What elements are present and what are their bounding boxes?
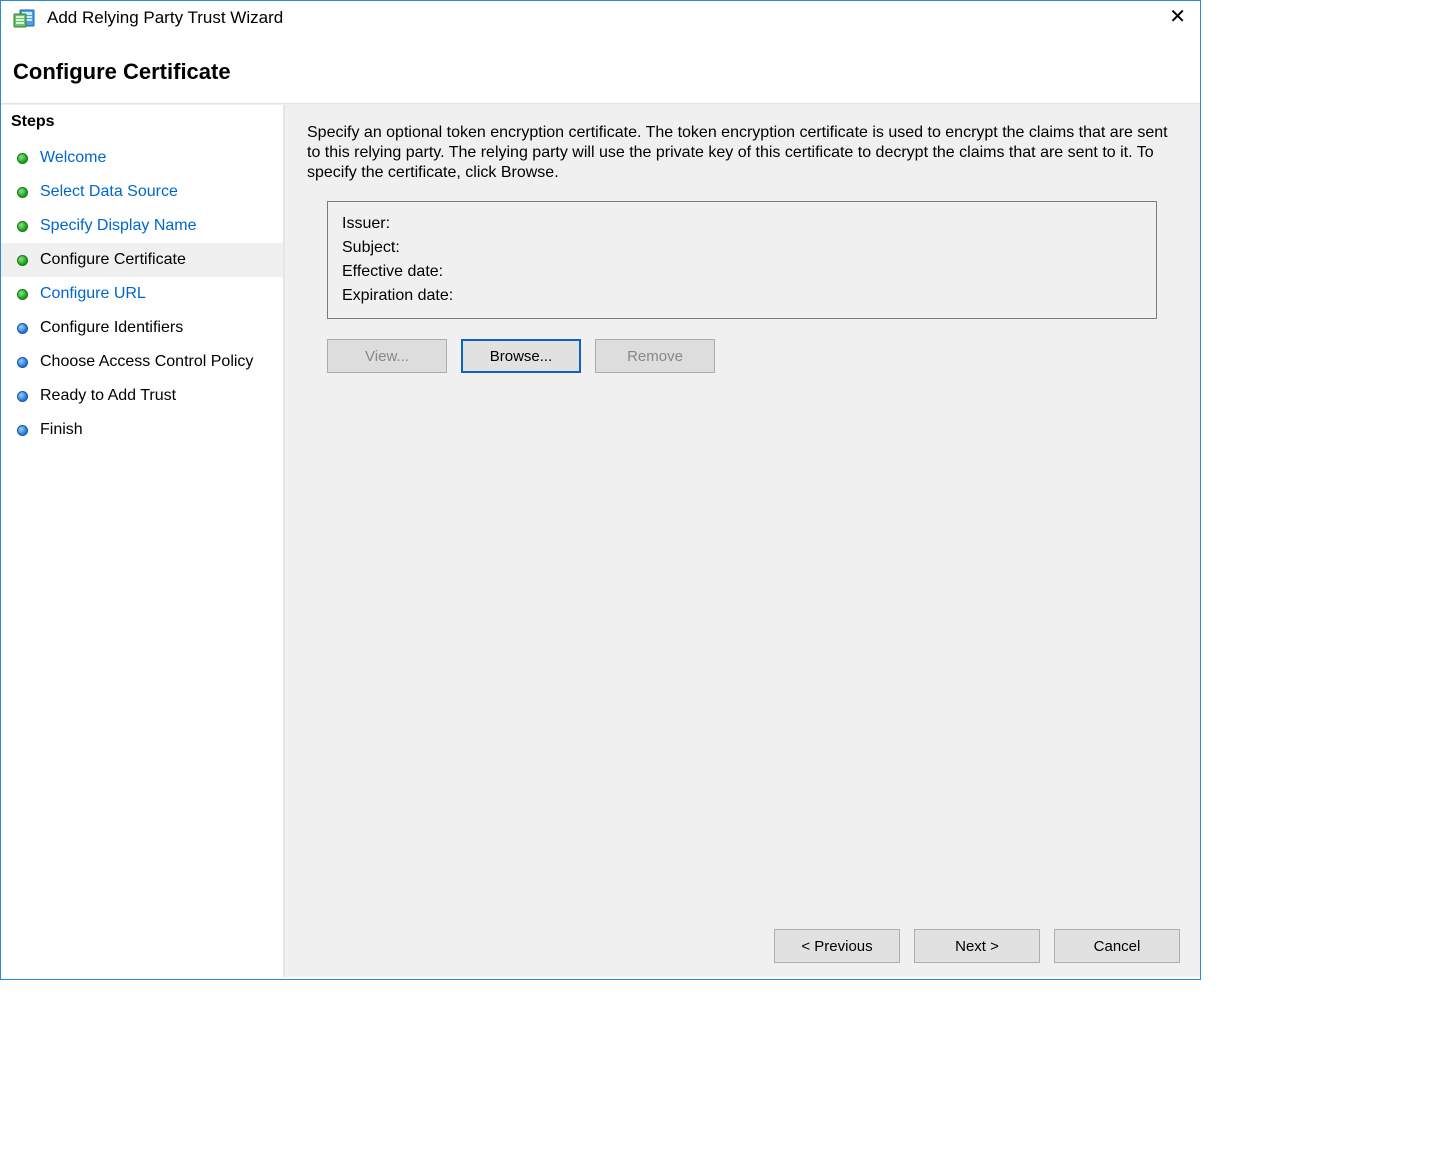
steps-list: Welcome Select Data Source Specify Display… <box>1 141 283 447</box>
step-bullet-icon <box>17 425 28 436</box>
step-item: Finish <box>1 413 283 447</box>
titlebar: Add Relying Party Trust Wizard ✕ <box>1 1 1200 39</box>
effective-date-label: Effective date: <box>342 263 443 280</box>
wizard-nav-buttons: < Previous Next > Cancel <box>774 929 1180 963</box>
close-icon[interactable]: ✕ <box>1169 7 1186 27</box>
step-item[interactable]: Configure URL <box>1 277 283 311</box>
instruction-text: Specify an optional token encryption cer… <box>307 123 1177 183</box>
content-area: Steps Welcome Select Data Source Specify D… <box>1 105 1200 977</box>
wizard-icon <box>13 7 37 29</box>
subject-label: Subject: <box>342 239 400 256</box>
step-label: Choose Access Control Policy <box>40 352 253 372</box>
main-panel: Specify an optional token encryption cer… <box>285 105 1200 977</box>
remove-button: Remove <box>595 339 715 373</box>
issuer-label: Issuer: <box>342 215 390 232</box>
page-heading: Configure Certificate <box>1 39 1200 103</box>
expiration-date-row: Expiration date: <box>342 284 1142 308</box>
step-item[interactable]: Specify Display Name <box>1 209 283 243</box>
step-item[interactable]: Welcome <box>1 141 283 175</box>
step-bullet-icon <box>17 357 28 368</box>
step-item[interactable]: Select Data Source <box>1 175 283 209</box>
step-label: Welcome <box>40 148 106 168</box>
step-label: Ready to Add Trust <box>40 386 176 406</box>
step-item: Choose Access Control Policy <box>1 345 283 379</box>
step-label: Finish <box>40 420 83 440</box>
previous-button[interactable]: < Previous <box>774 929 900 963</box>
view-button: View... <box>327 339 447 373</box>
expiration-date-label: Expiration date: <box>342 287 453 304</box>
next-button[interactable]: Next > <box>914 929 1040 963</box>
step-bullet-icon <box>17 187 28 198</box>
effective-date-row: Effective date: <box>342 260 1142 284</box>
step-label: Configure URL <box>40 284 146 304</box>
step-bullet-icon <box>17 289 28 300</box>
issuer-row: Issuer: <box>342 212 1142 236</box>
step-bullet-icon <box>17 323 28 334</box>
step-bullet-icon <box>17 391 28 402</box>
step-item: Ready to Add Trust <box>1 379 283 413</box>
step-label: Select Data Source <box>40 182 178 202</box>
subject-row: Subject: <box>342 236 1142 260</box>
step-item: Configure Certificate <box>1 243 283 277</box>
steps-heading: Steps <box>1 105 283 141</box>
step-bullet-icon <box>17 153 28 164</box>
browse-button[interactable]: Browse... <box>461 339 581 373</box>
step-bullet-icon <box>17 255 28 266</box>
step-label: Configure Identifiers <box>40 318 183 338</box>
cancel-button[interactable]: Cancel <box>1054 929 1180 963</box>
step-label: Configure Certificate <box>40 250 186 270</box>
step-label: Specify Display Name <box>40 216 197 236</box>
certificate-buttons: View... Browse... Remove <box>327 339 1178 373</box>
step-bullet-icon <box>17 221 28 232</box>
window-title: Add Relying Party Trust Wizard <box>47 8 283 28</box>
steps-sidebar: Steps Welcome Select Data Source Specify D… <box>1 105 285 977</box>
step-item: Configure Identifiers <box>1 311 283 345</box>
certificate-details-box: Issuer: Subject: Effective date: Expirat… <box>327 201 1157 319</box>
